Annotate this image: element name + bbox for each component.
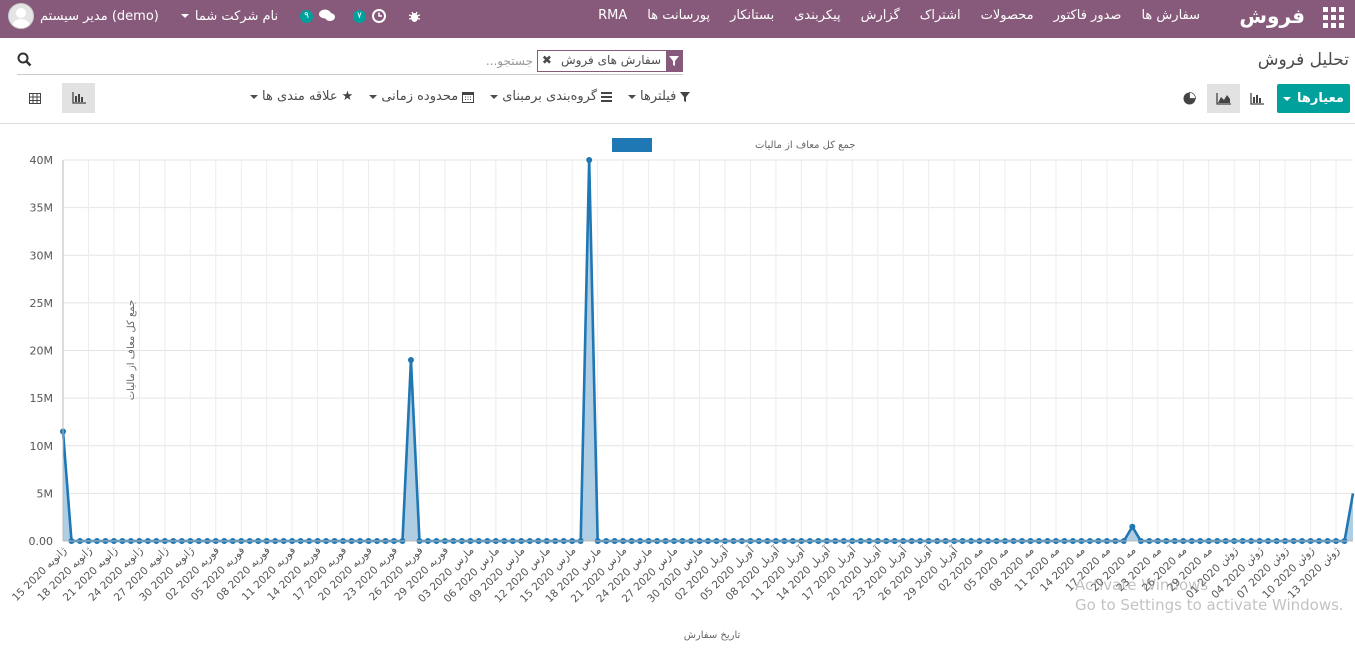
- area-chart-icon: [1216, 92, 1231, 105]
- debug-button[interactable]: [408, 10, 421, 23]
- menu-reporting[interactable]: گزارش: [861, 8, 900, 23]
- calendar-icon: [462, 91, 475, 103]
- chevron-down-icon: [490, 94, 499, 99]
- line-chart: 0.005M10M15M20M25M30M35M40M 15 ژانویه 20…: [10, 138, 1355, 641]
- company-name: نام شرکت شما: [194, 8, 279, 24]
- filter-icon: [680, 91, 691, 102]
- close-icon[interactable]: ✖: [538, 51, 556, 71]
- activities-button[interactable]: ۷: [352, 9, 386, 23]
- legend-swatch[interactable]: [612, 138, 652, 152]
- chart-grid: [62, 159, 1353, 542]
- favorites-label: علاقه مندی ها: [262, 89, 338, 104]
- filter-icon: [666, 51, 682, 71]
- menu-invoicing[interactable]: صدور فاکتور: [1054, 8, 1122, 23]
- facet-label: سفارش های فروش: [560, 53, 661, 67]
- watermark-line2: Go to Settings to activate Windows.: [1075, 596, 1344, 614]
- measures-label: معیارها: [1297, 91, 1344, 106]
- company-switcher[interactable]: نام شرکت شما: [180, 8, 279, 24]
- menu-creditor[interactable]: بستانکار: [730, 8, 774, 23]
- pie-chart-icon: [1183, 92, 1196, 105]
- graph-view-button[interactable]: [62, 83, 95, 113]
- top-navbar: فروش سفارش ها صدور فاکتور محصولات اشتراک…: [0, 0, 1355, 38]
- legend-label[interactable]: جمع کل معاف از مالیات: [755, 140, 855, 151]
- chevron-down-icon: [250, 94, 258, 99]
- y-tick-label: 10M: [30, 440, 54, 453]
- search-options: فیلترها گروه‌بندی برمبنای محدوده زمانی ★…: [250, 89, 691, 104]
- filters-button[interactable]: فیلترها: [628, 89, 691, 104]
- menu-subscriptions[interactable]: اشتراک: [920, 8, 961, 23]
- user-menu[interactable]: مدیر سیستم (demo): [8, 3, 159, 29]
- measures-button[interactable]: معیارها: [1277, 84, 1350, 113]
- chevron-down-icon: [1283, 96, 1292, 101]
- bar-chart-button[interactable]: [1242, 84, 1272, 113]
- app-brand[interactable]: فروش: [1239, 4, 1305, 28]
- chat-icon: [318, 9, 335, 21]
- main-menu: سفارش ها صدور فاکتور محصولات اشتراک گزار…: [598, 8, 1200, 23]
- messages-badge: ۹: [300, 9, 313, 23]
- y-tick-label: 5M: [37, 487, 54, 500]
- bug-icon: [408, 11, 421, 22]
- timerange-button[interactable]: محدوده زمانی: [369, 89, 475, 104]
- systray: مدیر سیستم (demo) نام شرکت شما ۹ ۷: [8, 3, 443, 29]
- user-name: مدیر سیستم (demo): [40, 8, 159, 24]
- data-point[interactable]: [586, 157, 593, 163]
- y-tick-label: 25M: [30, 297, 54, 310]
- bar-chart-icon: [71, 92, 86, 104]
- search-icon[interactable]: [17, 52, 32, 71]
- chevron-down-icon: [369, 94, 378, 99]
- menu-rma[interactable]: RMA: [598, 8, 627, 23]
- line-chart-button[interactable]: [1207, 84, 1240, 113]
- menu-configuration[interactable]: پیکربندی: [794, 8, 840, 23]
- pie-chart-button[interactable]: [1174, 84, 1204, 113]
- filters-label: فیلترها: [640, 89, 677, 104]
- groupby-label: گروه‌بندی برمبنای: [502, 89, 598, 104]
- clock-icon: [371, 9, 386, 23]
- bar-chart-icon: [1250, 92, 1264, 105]
- favorites-button[interactable]: ★ علاقه مندی ها: [250, 89, 353, 104]
- apps-menu-icon[interactable]: [1323, 7, 1345, 29]
- search-facet[interactable]: سفارش های فروش ✖: [536, 50, 683, 72]
- page-title: تحلیل فروش: [1257, 50, 1349, 70]
- y-tick-label: 0.00: [29, 535, 54, 548]
- groupby-button[interactable]: گروه‌بندی برمبنای: [490, 89, 613, 104]
- menu-commissions[interactable]: پورسانت ها: [647, 8, 710, 23]
- y-tick-label: 40M: [30, 154, 54, 167]
- menu-products[interactable]: محصولات: [981, 8, 1034, 23]
- chevron-down-icon: [628, 94, 637, 99]
- y-axis-title: جمع کل معاف از مالیات: [126, 300, 137, 400]
- search-bar: سفارش های فروش ✖ جستجو...: [17, 48, 683, 75]
- data-point[interactable]: [1129, 523, 1136, 530]
- list-icon: [601, 91, 613, 102]
- messages-button[interactable]: ۹: [300, 9, 335, 23]
- chevron-down-icon: [180, 14, 189, 18]
- y-tick-label: 20M: [30, 345, 54, 358]
- y-tick-label: 15M: [30, 392, 54, 405]
- pivot-view-button[interactable]: [18, 83, 51, 113]
- avatar: [8, 3, 34, 29]
- x-axis-title: تاریخ سفارش: [684, 630, 741, 641]
- table-icon: [28, 92, 41, 104]
- timerange-label: محدوده زمانی: [381, 89, 459, 104]
- watermark-line1: Activate Windows: [1075, 576, 1209, 594]
- activities-badge: ۷: [352, 9, 366, 23]
- y-tick-label: 30M: [30, 249, 54, 262]
- search-input[interactable]: جستجو...: [486, 54, 533, 68]
- windows-activation-watermark: Activate Windows Go to Settings to activ…: [1075, 575, 1344, 615]
- data-point[interactable]: [407, 357, 414, 364]
- star-icon: ★: [341, 89, 354, 104]
- menu-orders[interactable]: سفارش ها: [1141, 8, 1200, 23]
- view-switcher: [18, 83, 95, 113]
- y-tick-label: 35M: [30, 202, 54, 215]
